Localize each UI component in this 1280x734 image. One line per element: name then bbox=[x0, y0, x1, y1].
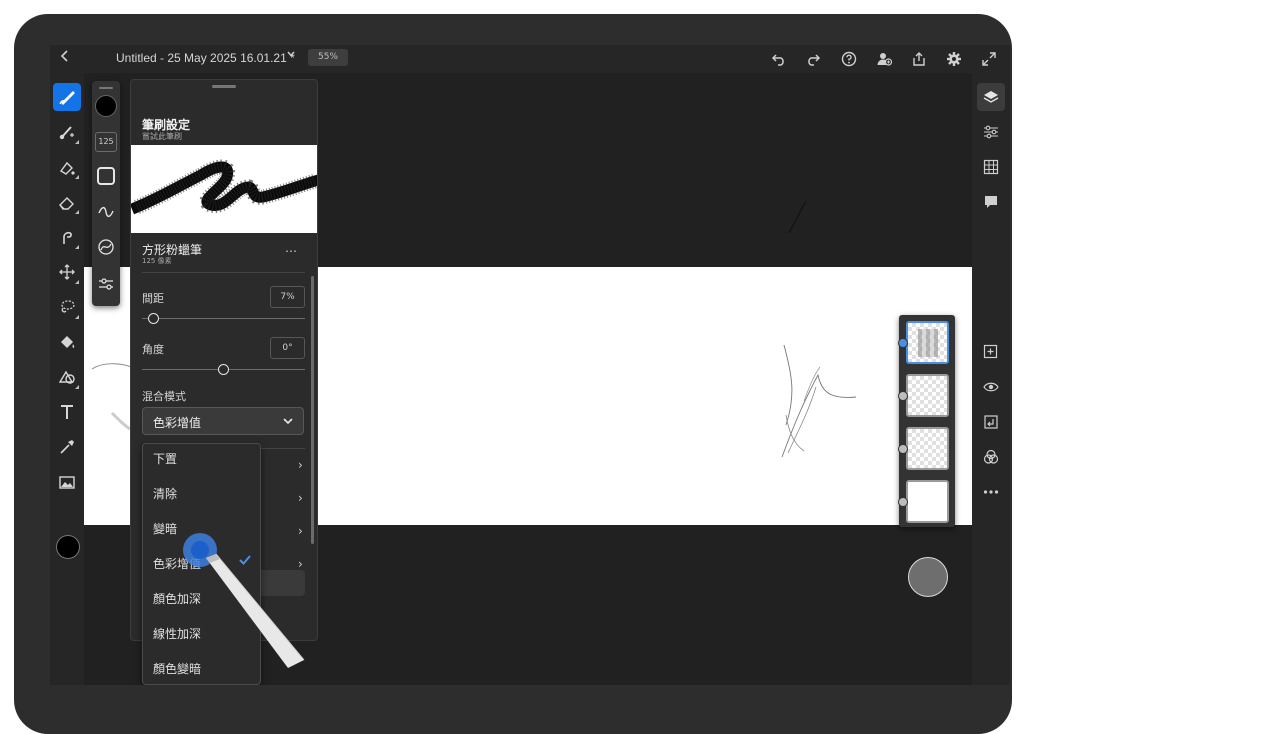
layer-thumbnail[interactable] bbox=[906, 374, 949, 417]
brush-more-button[interactable]: … bbox=[285, 241, 298, 255]
angle-slider-knob[interactable] bbox=[218, 364, 229, 375]
brush-size-value: 125 bbox=[95, 132, 117, 152]
fullscreen-icon[interactable] bbox=[978, 48, 1000, 70]
current-color-swatch[interactable] bbox=[56, 535, 80, 559]
brush-settings-icon[interactable] bbox=[95, 273, 117, 295]
hardware-button-top-2 bbox=[117, 25, 167, 33]
top-bar: Untitled - 25 May 2025 16.01.21 * 55% bbox=[50, 45, 1010, 73]
pixel-brush-icon[interactable] bbox=[53, 83, 81, 111]
title-chevron-icon[interactable] bbox=[286, 49, 296, 62]
panel-subtitle: 嘗試此筆刷 bbox=[142, 132, 182, 141]
document-title[interactable]: Untitled - 25 May 2025 16.01.21 * bbox=[116, 51, 295, 65]
eraser-icon[interactable] bbox=[53, 188, 81, 216]
angle-label: 角度 bbox=[142, 343, 164, 356]
chevron-down-icon bbox=[282, 413, 294, 432]
more-icon[interactable] bbox=[977, 478, 1005, 506]
brush-preview[interactable] bbox=[131, 145, 317, 233]
share-icon[interactable] bbox=[908, 48, 930, 70]
paint-bucket-icon[interactable] bbox=[53, 328, 81, 356]
layer-thumbnail[interactable] bbox=[906, 480, 949, 523]
blend-mode-value: 色彩增值 bbox=[153, 416, 202, 430]
zoom-level[interactable]: 55% bbox=[308, 49, 348, 66]
spacing-slider-knob[interactable] bbox=[147, 313, 159, 324]
grid-icon[interactable] bbox=[977, 153, 1005, 181]
brush-size-label: 125 像素 bbox=[142, 257, 172, 265]
brush-color-swatch[interactable] bbox=[95, 95, 117, 117]
touch-shortcut-button[interactable] bbox=[908, 557, 948, 597]
panel-grip[interactable] bbox=[212, 85, 236, 88]
brush-shape-icon[interactable] bbox=[95, 165, 117, 187]
chevron-right-icon[interactable]: › bbox=[298, 458, 303, 472]
angle-value[interactable]: 0° bbox=[270, 337, 305, 359]
layer-thumbnail[interactable] bbox=[906, 321, 949, 364]
brush-size-control[interactable]: 125 bbox=[95, 131, 117, 153]
tablet-frame: Untitled - 25 May 2025 16.01.21 * 55% 12… bbox=[14, 14, 1012, 734]
layer-indicator-icon bbox=[898, 338, 908, 348]
brush-quick-tools: 125 bbox=[92, 81, 120, 306]
subtools-grip bbox=[99, 87, 113, 89]
panel-scrollbar[interactable] bbox=[311, 276, 314, 544]
add-layer-icon[interactable] bbox=[977, 338, 1005, 366]
layers-icon[interactable] bbox=[977, 83, 1005, 111]
spacing-label: 間距 bbox=[142, 292, 164, 305]
sketch-strokes bbox=[781, 344, 857, 458]
spacing-slider-track[interactable] bbox=[142, 318, 305, 319]
type-icon[interactable] bbox=[53, 398, 81, 426]
undo-icon[interactable] bbox=[768, 48, 790, 70]
layer-thumbnail[interactable] bbox=[906, 427, 949, 470]
eyedropper-icon[interactable] bbox=[53, 433, 81, 461]
layer-indicator-icon bbox=[898, 497, 908, 507]
blend-mode-label: 混合模式 bbox=[142, 390, 186, 403]
settings-icon[interactable] bbox=[943, 48, 965, 70]
redo-icon[interactable] bbox=[802, 48, 824, 70]
shape-icon[interactable] bbox=[53, 363, 81, 391]
hardware-button-top-1 bbox=[62, 25, 112, 33]
blend-mode-select[interactable]: 色彩增值 bbox=[142, 407, 304, 435]
help-icon[interactable] bbox=[838, 48, 860, 70]
lasso-icon[interactable] bbox=[53, 293, 81, 321]
blend-icon[interactable] bbox=[977, 443, 1005, 471]
divider bbox=[142, 272, 305, 273]
layer-indicator-icon bbox=[898, 444, 908, 454]
left-toolbar bbox=[50, 73, 84, 685]
hardware-button-side bbox=[23, 66, 31, 114]
adjust-icon[interactable] bbox=[977, 118, 1005, 146]
layer-indicator-icon bbox=[898, 391, 908, 401]
visibility-icon[interactable] bbox=[977, 373, 1005, 401]
smudge-icon[interactable] bbox=[53, 223, 81, 251]
transform-icon[interactable] bbox=[53, 258, 81, 286]
blend-option[interactable]: 下置 bbox=[153, 450, 177, 467]
chevron-right-icon[interactable]: › bbox=[298, 491, 303, 505]
import-icon[interactable] bbox=[977, 408, 1005, 436]
back-icon[interactable] bbox=[60, 49, 70, 67]
layers-panel bbox=[898, 315, 955, 527]
image-icon[interactable] bbox=[53, 468, 81, 496]
stroke-mark bbox=[788, 200, 807, 233]
comment-icon[interactable] bbox=[977, 188, 1005, 216]
live-brush-icon[interactable] bbox=[53, 118, 81, 146]
blend-option[interactable]: 變暗 bbox=[153, 520, 177, 537]
blend-option[interactable]: 清除 bbox=[153, 485, 177, 502]
fill-brush-icon[interactable] bbox=[53, 153, 81, 181]
stylus-overlay bbox=[183, 533, 305, 668]
invite-icon[interactable] bbox=[873, 48, 895, 70]
smoothing-icon[interactable] bbox=[95, 201, 117, 223]
spacing-value[interactable]: 7% bbox=[270, 286, 305, 308]
pressure-icon[interactable] bbox=[95, 236, 117, 258]
right-toolbar bbox=[972, 73, 1010, 685]
